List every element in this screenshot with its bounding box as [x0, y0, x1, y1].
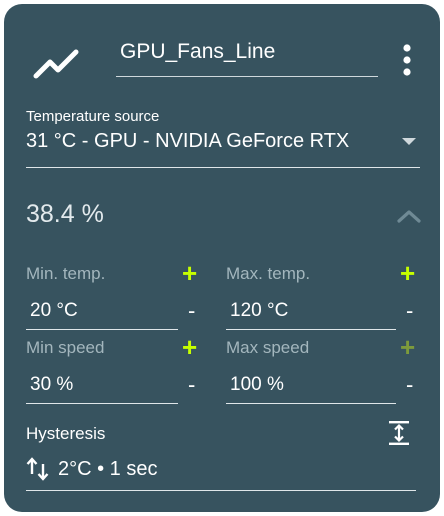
temperature-source-underline	[26, 167, 420, 168]
chevron-up-icon[interactable]	[396, 208, 422, 224]
more-vert-icon[interactable]	[400, 42, 414, 80]
line-chart-icon	[33, 49, 79, 79]
min-temp-value: 20 °C	[30, 300, 78, 321]
min-temp-input[interactable]: 20 °C	[26, 298, 178, 328]
min-speed-plus-button[interactable]: +	[182, 334, 197, 360]
max-speed-input[interactable]: 100 %	[226, 372, 396, 402]
arrow-drop-down-icon	[402, 138, 416, 145]
temperature-source-value-clip: 31 °C - GPU - NVIDIA GeForce RTX	[26, 130, 388, 158]
curve-name-text: GPU_Fans_Line	[120, 40, 276, 63]
hysteresis-label: Hysteresis	[26, 424, 106, 443]
hysteresis-field[interactable]: 2°C • 1 sec	[26, 452, 416, 488]
min-speed-value: 30 %	[30, 374, 74, 395]
min-speed-underline	[26, 403, 178, 404]
max-speed-plus-button[interactable]: +	[400, 334, 415, 360]
max-temp-minus-button[interactable]: -	[406, 300, 413, 322]
min-temp-plus-button[interactable]: +	[182, 260, 197, 286]
fan-curve-card: GPU_Fans_Line Temperature source 31 °C -…	[4, 4, 440, 512]
temperature-source-select[interactable]: Temperature source 31 °C - GPU - NVIDIA …	[26, 104, 420, 166]
min-speed-input[interactable]: 30 %	[26, 372, 178, 402]
swap-vert-icon	[26, 457, 49, 481]
min-temp-underline	[26, 329, 178, 330]
max-temp-plus-button[interactable]: +	[400, 260, 415, 286]
hysteresis-underline	[26, 490, 416, 491]
max-speed-minus-button[interactable]: -	[406, 374, 413, 396]
max-speed-underline	[226, 403, 396, 404]
min-speed-label: Min speed	[26, 338, 105, 357]
temperature-source-value: 31 °C - GPU - NVIDIA GeForce RTX	[26, 130, 350, 152]
max-temp-underline	[226, 329, 396, 330]
max-speed-label: Max speed	[226, 338, 310, 357]
hysteresis-value: 2°C • 1 sec	[58, 458, 158, 480]
min-temp-label: Min. temp.	[26, 264, 106, 283]
speed-readout: 38.4 %	[26, 200, 104, 228]
vertical-align-center-icon[interactable]	[388, 420, 410, 446]
max-temp-value: 120 °C	[230, 300, 289, 321]
min-speed-minus-button[interactable]: -	[188, 374, 195, 396]
max-temp-label: Max. temp.	[226, 264, 311, 283]
min-temp-minus-button[interactable]: -	[188, 300, 195, 322]
max-speed-value: 100 %	[230, 374, 284, 395]
max-temp-input[interactable]: 120 °C	[226, 298, 396, 328]
curve-name-input[interactable]: GPU_Fans_Line	[116, 38, 378, 78]
temperature-source-label: Temperature source	[26, 108, 160, 125]
curve-name-underline	[116, 76, 378, 77]
